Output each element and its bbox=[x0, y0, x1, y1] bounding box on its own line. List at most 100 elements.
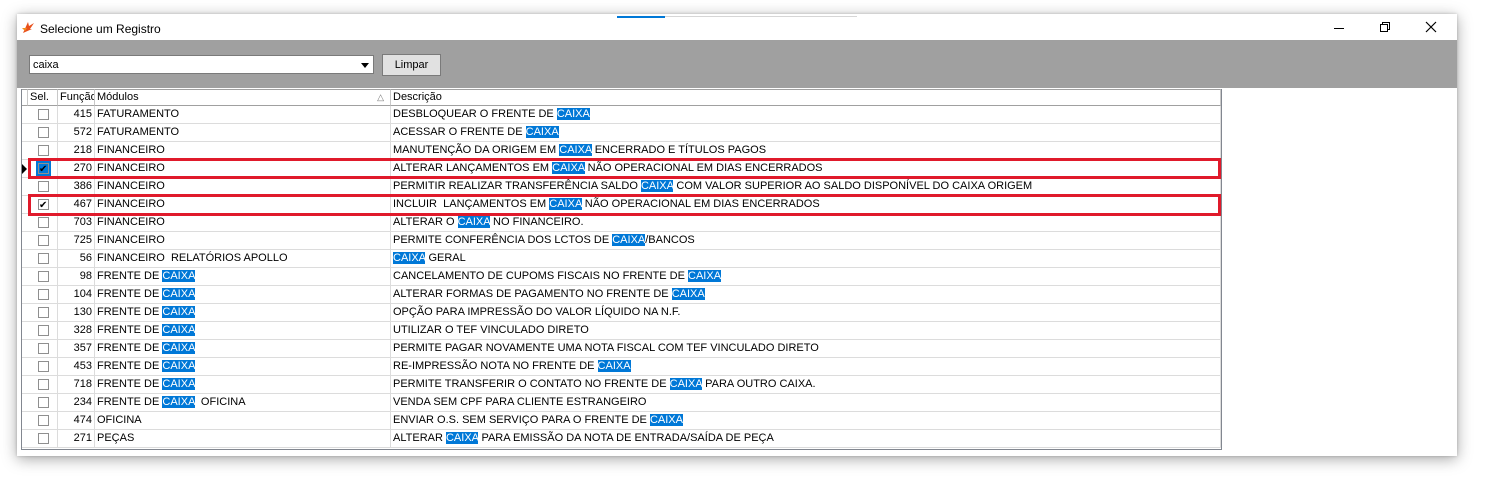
table-row[interactable]: 130 FRENTE DE CAIXA OPÇÃO PARA IMPRESSÃO D… bbox=[22, 304, 1221, 322]
cell-text: PEÇAS bbox=[97, 432, 135, 444]
search-match-highlight: CAIXA bbox=[597, 360, 631, 372]
modulos-cell: FRENTE DE CAIXA bbox=[95, 286, 391, 303]
search-combobox[interactable]: caixa bbox=[29, 55, 374, 74]
search-match-highlight: CAIXA bbox=[457, 216, 490, 228]
cell-text: OFICINA bbox=[97, 414, 142, 426]
table-row[interactable]: 328 FRENTE DE CAIXA UTILIZAR O TEF VINCULA… bbox=[22, 322, 1221, 340]
modulos-cell: FRENTE DE CAIXA bbox=[95, 376, 391, 393]
title-bar: Selecione um Registro bbox=[17, 14, 1457, 41]
select-checkbox[interactable] bbox=[38, 127, 49, 138]
minimize-button[interactable] bbox=[1316, 16, 1362, 40]
modulos-cell: FINANCEIRO RELATÓRIOS APOLLO bbox=[95, 250, 391, 267]
funcao-cell: 104 bbox=[58, 286, 95, 303]
table-row[interactable]: 453 FRENTE DE CAIXA RE-IMPRESSÃO NOTA NO F… bbox=[22, 358, 1221, 376]
search-match-highlight: CAIXA bbox=[162, 342, 196, 354]
select-checkbox[interactable] bbox=[38, 433, 49, 444]
sel-cell bbox=[28, 268, 58, 285]
sel-cell bbox=[28, 376, 58, 393]
table-row[interactable]: 234 FRENTE DE CAIXA OFICINA VENDA SEM CPF … bbox=[22, 394, 1221, 412]
select-checkbox[interactable] bbox=[38, 307, 49, 318]
select-checkbox[interactable] bbox=[38, 325, 49, 336]
table-row[interactable]: 474 OFICINA ENVIAR O.S. SEM SERVIÇO PARA O… bbox=[22, 412, 1221, 430]
descricao-cell: ALTERAR O CAIXA NO FINANCEIRO. bbox=[391, 214, 1221, 231]
sel-cell bbox=[28, 430, 58, 447]
header-funcao[interactable]: Função bbox=[58, 89, 95, 106]
cell-text: FRENTE DE bbox=[97, 378, 163, 390]
search-match-highlight: CAIXA bbox=[556, 108, 590, 120]
search-match-highlight: CAIXA bbox=[393, 252, 426, 264]
search-match-highlight: CAIXA bbox=[162, 270, 196, 282]
modulos-cell: FRENTE DE CAIXA OFICINA bbox=[95, 394, 391, 411]
select-checkbox[interactable] bbox=[38, 217, 49, 228]
cell-text: CANCELAMENTO DE CUPOMS FISCAIS NO FRENTE… bbox=[393, 270, 689, 282]
minimize-icon bbox=[1334, 27, 1344, 29]
clear-button[interactable]: Limpar bbox=[382, 54, 441, 76]
table-row[interactable]: 572 FATURAMENTO ACESSAR O FRENTE DE CAIXA bbox=[22, 124, 1221, 142]
funcao-cell: 703 bbox=[58, 214, 95, 231]
select-checkbox[interactable] bbox=[38, 181, 49, 192]
funcao-cell: 328 bbox=[58, 322, 95, 339]
descricao-cell: PERMITE PAGAR NOVAMENTE UMA NOTA FISCAL … bbox=[391, 340, 1221, 357]
search-match-highlight: CAIXA bbox=[162, 306, 196, 318]
cell-text: FATURAMENTO bbox=[97, 108, 180, 120]
select-checkbox[interactable] bbox=[38, 109, 49, 120]
modulos-cell: FATURAMENTO bbox=[95, 106, 391, 123]
sel-cell bbox=[28, 340, 58, 357]
select-checkbox[interactable] bbox=[38, 397, 49, 408]
search-match-highlight: CAIXA bbox=[162, 324, 196, 336]
modulos-cell: FATURAMENTO bbox=[95, 124, 391, 141]
select-checkbox[interactable] bbox=[38, 145, 49, 156]
modulos-cell: FINANCEIRO bbox=[95, 232, 391, 249]
descricao-cell: OPÇÃO PARA IMPRESSÃO DO VALOR LÍQUIDO NA… bbox=[391, 304, 1221, 321]
window-title: Selecione um Registro bbox=[40, 22, 161, 36]
close-button[interactable] bbox=[1408, 16, 1454, 40]
cell-text: PERMITIR REALIZAR TRANSFERÊNCIA SALDO bbox=[393, 180, 641, 192]
table-row[interactable]: 104 FRENTE DE CAIXA ALTERAR FORMAS DE PAGA… bbox=[22, 286, 1221, 304]
search-value[interactable]: caixa bbox=[33, 59, 59, 71]
cell-text: ALTERAR FORMAS DE PAGAMENTO NO FRENTE DE bbox=[393, 288, 672, 300]
select-checkbox[interactable] bbox=[38, 289, 49, 300]
sel-cell bbox=[28, 394, 58, 411]
funcao-cell: 218 bbox=[58, 142, 95, 159]
cell-text: FRENTE DE bbox=[97, 288, 163, 300]
search-match-highlight: CAIXA bbox=[559, 144, 592, 156]
cell-text: VENDA SEM CPF PARA CLIENTE ESTRANGEIRO bbox=[393, 396, 647, 408]
restore-button[interactable] bbox=[1362, 16, 1408, 40]
cell-text: ALTERAR bbox=[393, 432, 446, 444]
cell-text: FRENTE DE bbox=[97, 342, 163, 354]
header-descricao[interactable]: Descrição bbox=[391, 89, 1221, 106]
descricao-cell: ACESSAR O FRENTE DE CAIXA bbox=[391, 124, 1221, 141]
descricao-cell: DESBLOQUEAR O FRENTE DE CAIXA bbox=[391, 106, 1221, 123]
modulos-cell: OFICINA bbox=[95, 412, 391, 429]
table-row[interactable]: 703 FINANCEIRO ALTERAR O CAIXA NO FINANCEI… bbox=[22, 214, 1221, 232]
header-sel[interactable]: Sel. bbox=[28, 89, 58, 106]
select-checkbox[interactable] bbox=[38, 343, 49, 354]
app-logo-icon bbox=[21, 20, 35, 34]
table-row[interactable]: 98 FRENTE DE CAIXA CANCELAMENTO DE CUPOMS … bbox=[22, 268, 1221, 286]
cell-text: ENVIAR O.S. SEM SERVIÇO PARA O FRENTE DE bbox=[393, 414, 650, 426]
select-checkbox[interactable] bbox=[38, 379, 49, 390]
select-checkbox[interactable] bbox=[38, 235, 49, 246]
chevron-down-icon[interactable] bbox=[361, 63, 369, 68]
select-checkbox[interactable] bbox=[38, 415, 49, 426]
table-row[interactable]: 415 FATURAMENTO DESBLOQUEAR O FRENTE DE CA… bbox=[22, 106, 1221, 124]
cell-text: FRENTE DE bbox=[97, 396, 163, 408]
modulos-cell: FINANCEIRO bbox=[95, 214, 391, 231]
cell-text: FRENTE DE bbox=[97, 324, 163, 336]
table-row[interactable]: 718 FRENTE DE CAIXA PERMITE TRANSFERIR O C… bbox=[22, 376, 1221, 394]
cell-text: FRENTE DE bbox=[97, 360, 163, 372]
funcao-cell: 130 bbox=[58, 304, 95, 321]
top-accent-line bbox=[617, 16, 665, 18]
table-row[interactable]: 357 FRENTE DE CAIXA PERMITE PAGAR NOVAMENT… bbox=[22, 340, 1221, 358]
select-checkbox[interactable] bbox=[38, 271, 49, 282]
funcao-cell: 234 bbox=[58, 394, 95, 411]
select-checkbox[interactable] bbox=[38, 361, 49, 372]
modulos-cell: PEÇAS bbox=[95, 430, 391, 447]
table-row[interactable]: 271 PEÇAS ALTERAR CAIXA PARA EMISSÃO DA NO… bbox=[22, 430, 1221, 448]
cell-text: GERAL bbox=[425, 252, 466, 264]
sel-cell bbox=[28, 214, 58, 231]
table-row[interactable]: 725 FINANCEIRO PERMITE CONFERÊNCIA DOS LCT… bbox=[22, 232, 1221, 250]
table-row[interactable]: 56 FINANCEIRO RELATÓRIOS APOLLO CAIXA GERA… bbox=[22, 250, 1221, 268]
header-modulos[interactable]: Módulos △ bbox=[95, 89, 391, 106]
select-checkbox[interactable] bbox=[38, 253, 49, 264]
